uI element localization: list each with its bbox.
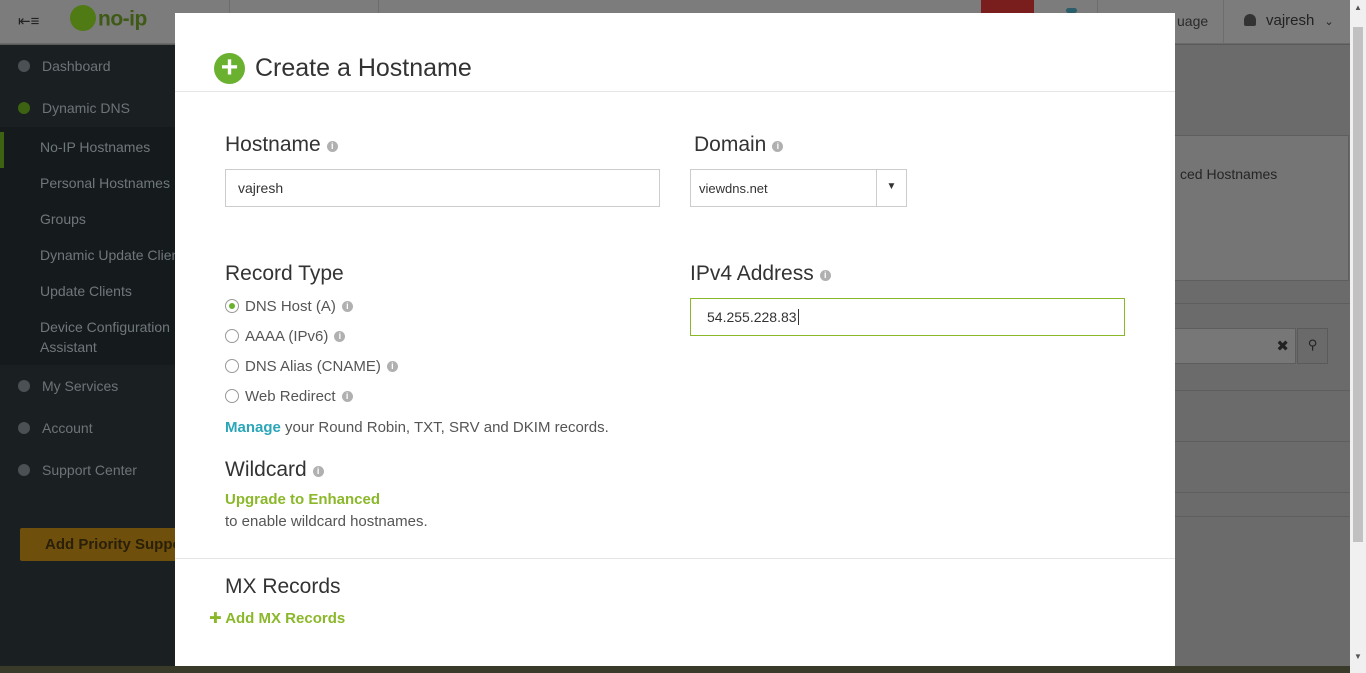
ipv4-label: IPv4 Address i [690,262,831,286]
manage-link[interactable]: Manage [225,419,281,436]
upgrade-to-enhanced-link[interactable]: Upgrade to Enhanced [225,491,380,508]
dashboard-icon [18,60,30,72]
bg-search-button[interactable]: ⚲ [1297,328,1328,364]
ipv4-input-value: 54.255.228.83 [707,309,797,325]
gear-icon [18,380,30,392]
sidebar: Dashboard Dynamic DNS No-IP Hostnames Pe… [0,45,190,673]
info-icon[interactable]: i [326,141,338,152]
radio-button[interactable] [225,389,239,403]
chevron-down-icon[interactable]: ▼ [876,170,906,206]
info-icon[interactable]: i [819,270,831,281]
manage-records-text: Manage your Round Robin, TXT, SRV and DK… [225,419,609,436]
info-icon[interactable]: i [341,391,353,402]
bg-footer [0,666,1350,673]
user-icon [18,422,30,434]
info-icon[interactable]: i [386,361,398,372]
sidebar-item-update-clients[interactable]: Update Clients [40,281,132,301]
radio-dns-host-a[interactable]: DNS Host (A) i [225,298,353,315]
ipv4-input[interactable]: 54.255.228.83 [690,298,1125,336]
radio-dns-alias-cname[interactable]: DNS Alias (CNAME) i [225,358,398,375]
sidebar-item-dashboard[interactable]: Dashboard [0,58,175,74]
logo-mark-icon [70,5,96,31]
hostname-label: Hostname i [225,133,338,157]
sidebar-item-device-config[interactable]: Device Configuration [40,317,170,337]
plus-circle-icon: + [214,53,245,84]
radio-button[interactable] [225,329,239,343]
language-selector[interactable]: uage [1177,13,1208,29]
record-type-label: Record Type [225,262,344,285]
globe-icon [18,102,30,114]
user-menu[interactable]: vajresh ⌄ [1244,12,1334,29]
search-icon: ⚲ [1307,337,1318,352]
plus-icon: ✚ [209,610,226,627]
section-divider [175,558,1175,559]
radio-button[interactable] [225,359,239,373]
info-icon[interactable]: i [772,141,784,152]
sidebar-item-noip-hostnames[interactable]: No-IP Hostnames [40,137,150,157]
sidebar-item-personal-hostnames[interactable]: Personal Hostnames [40,173,170,193]
clear-icon[interactable]: ✖ [1276,337,1289,355]
page-scrollbar[interactable]: ▲ ▼ [1350,0,1366,673]
sidebar-item-my-services[interactable]: My Services [0,378,175,394]
scroll-up-icon[interactable]: ▲ [1354,3,1362,12]
mx-records-label: MX Records [225,575,341,598]
radio-button[interactable] [225,299,239,313]
bg-panel [1174,135,1349,281]
user-icon [1244,14,1256,26]
active-indicator [0,132,4,168]
domain-select-value: viewdns.net [699,181,768,196]
info-icon[interactable]: i [312,466,324,477]
add-mx-records-link[interactable]: ✚ Add MX Records [209,609,345,627]
create-hostname-modal: + Create a Hostname Hostname i vajresh Do… [175,13,1175,666]
sidebar-item-account[interactable]: Account [0,420,175,436]
modal-title: Create a Hostname [255,54,472,82]
noip-logo[interactable]: no-ip [70,5,147,33]
logo-text: no-ip [98,7,147,31]
info-icon[interactable]: i [341,301,353,312]
radio-aaaa-ipv6[interactable]: AAAA (IPv6) i [225,328,346,345]
sidebar-item-device-config-line2[interactable]: Assistant [40,337,97,357]
wildcard-label: Wildcard i [225,458,324,482]
sidebar-item-dynamic-update-client[interactable]: Dynamic Update Client [40,245,183,265]
bg-search-input[interactable]: ✖ [1174,328,1296,364]
info-icon[interactable]: i [334,331,346,342]
wildcard-description: to enable wildcard hostnames. [225,513,428,530]
username: vajresh [1266,12,1315,29]
bg-panel-text: ced Hostnames [1180,166,1278,182]
text-cursor [797,309,799,325]
domain-select[interactable]: viewdns.net ▼ [690,169,907,207]
chevron-down-icon: ⌄ [1324,16,1334,28]
scroll-thumb[interactable] [1353,27,1363,542]
scroll-down-icon[interactable]: ▼ [1354,652,1362,661]
hostname-input[interactable]: vajresh [225,169,660,207]
domain-label: Domain i [694,133,784,157]
add-priority-support-button[interactable]: Add Priority Support [20,528,190,561]
sidebar-item-dynamic-dns[interactable]: Dynamic DNS [0,100,175,116]
notification-badge[interactable] [981,0,1034,13]
lifebuoy-icon [18,464,30,476]
sidebar-item-groups[interactable]: Groups [40,209,86,229]
sidebar-toggle-icon[interactable]: ⇤≡ [18,12,39,30]
sidebar-item-support-center[interactable]: Support Center [0,462,175,478]
radio-web-redirect[interactable]: Web Redirect i [225,388,353,405]
modal-header: + Create a Hostname [175,13,1175,92]
